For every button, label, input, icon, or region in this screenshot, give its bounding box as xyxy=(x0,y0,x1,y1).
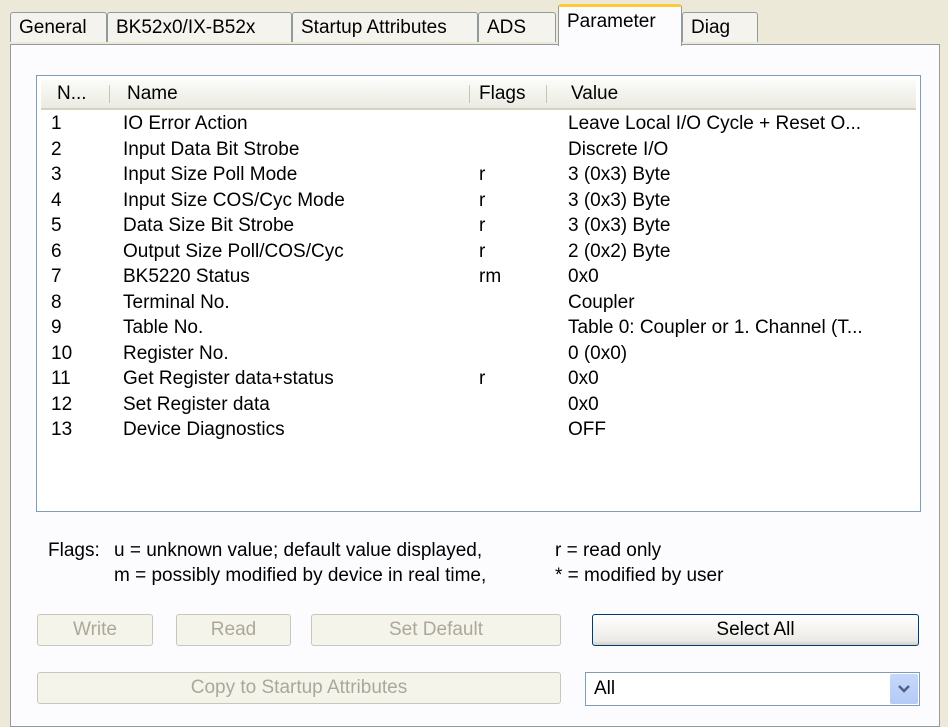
row-value: 0x0 xyxy=(568,393,599,415)
parameter-list[interactable]: N... Name Flags Value 1 IO Error Action Le… xyxy=(36,75,921,512)
row-name: Input Data Bit Strobe xyxy=(123,138,300,160)
row-flags: rm xyxy=(479,266,502,287)
column-divider[interactable] xyxy=(109,85,110,103)
table-row[interactable]: 11 Get Register data+status r 0x0 xyxy=(41,366,916,391)
write-button[interactable]: Write xyxy=(37,614,153,646)
table-row[interactable]: 5 Data Size Bit Strobe r 3 (0x3) Byte xyxy=(41,213,916,238)
row-number: 4 xyxy=(51,189,62,211)
copy-to-startup-attributes-button[interactable]: Copy to Startup Attributes xyxy=(37,672,561,704)
table-row[interactable]: 10 Register No. 0 (0x0) xyxy=(41,341,916,366)
row-value: OFF xyxy=(568,419,606,440)
table-row[interactable]: 4 Input Size COS/Cyc Mode r 3 (0x3) Byte xyxy=(41,188,916,213)
table-row[interactable]: 9 Table No. Table 0: Coupler or 1. Channel… xyxy=(41,315,916,340)
flags-legend-text: u = unknown value; default value display… xyxy=(114,540,483,561)
row-number: 13 xyxy=(51,419,73,440)
row-name: Table No. xyxy=(123,317,204,338)
list-header: N... Name Flags Value xyxy=(41,80,916,110)
row-value: Leave Local I/O Cycle + Reset O... xyxy=(568,113,862,134)
row-name: Output Size Poll/COS/Cyc xyxy=(123,240,344,262)
row-number: 12 xyxy=(51,393,73,415)
column-header-number[interactable]: N... xyxy=(57,80,87,108)
row-flags: r xyxy=(479,368,486,389)
set-default-button[interactable]: Set Default xyxy=(311,614,561,646)
flags-legend-text: * = modified by user xyxy=(555,565,724,586)
row-name: Terminal No. xyxy=(123,291,230,313)
table-row[interactable]: 12 Set Register data 0x0 xyxy=(41,392,916,417)
tab-startup-attributes[interactable]: Startup Attributes xyxy=(292,12,478,42)
row-number: 7 xyxy=(51,266,62,287)
row-number: 11 xyxy=(51,368,71,389)
select-all-button[interactable]: Select All xyxy=(592,614,919,646)
row-value: 0x0 xyxy=(568,368,599,389)
row-name: Set Register data xyxy=(123,393,270,415)
column-header-name[interactable]: Name xyxy=(127,80,178,108)
row-number: 8 xyxy=(51,291,62,313)
row-value: 3 (0x3) Byte xyxy=(568,215,671,236)
row-number: 10 xyxy=(51,342,73,364)
tab-bk52x0[interactable]: BK52x0/IX-B52x xyxy=(107,12,292,42)
read-button[interactable]: Read xyxy=(176,614,291,646)
row-flags: r xyxy=(479,240,486,262)
row-name: Device Diagnostics xyxy=(123,419,285,440)
table-row[interactable]: 1 IO Error Action Leave Local I/O Cycle + … xyxy=(41,111,916,136)
row-number: 1 xyxy=(51,113,62,134)
flags-legend-text: r = read only xyxy=(555,540,662,561)
tab-bar: General BK52x0/IX-B52x Startup Attribute… xyxy=(0,0,948,48)
table-row[interactable]: 2 Input Data Bit Strobe Discrete I/O xyxy=(41,137,916,162)
column-header-value[interactable]: Value xyxy=(571,80,618,108)
row-value: 3 (0x3) Byte xyxy=(568,164,671,185)
tab-diag[interactable]: Diag xyxy=(682,12,758,42)
row-name: Input Size Poll Mode xyxy=(123,164,298,185)
filter-dropdown-value: All xyxy=(594,678,616,699)
row-flags: r xyxy=(479,189,486,211)
row-name: Get Register data+status xyxy=(123,368,334,389)
row-name: Input Size COS/Cyc Mode xyxy=(123,189,345,211)
flags-legend-label: Flags: xyxy=(48,540,100,561)
tab-ads[interactable]: ADS xyxy=(478,12,556,42)
column-divider[interactable] xyxy=(469,85,470,103)
row-value: 3 (0x3) Byte xyxy=(568,189,671,211)
table-row[interactable]: 3 Input Size Poll Mode r 3 (0x3) Byte xyxy=(41,162,916,187)
table-row[interactable]: 13 Device Diagnostics OFF xyxy=(41,417,916,442)
column-divider[interactable] xyxy=(546,85,547,103)
row-value: 0 (0x0) xyxy=(568,342,628,364)
tab-general[interactable]: General xyxy=(10,12,107,42)
table-row[interactable]: 7 BK5220 Status rm 0x0 xyxy=(41,264,916,289)
row-name: BK5220 Status xyxy=(123,266,250,287)
row-number: 6 xyxy=(51,240,62,262)
row-number: 5 xyxy=(51,215,62,236)
row-flags: r xyxy=(479,215,486,236)
tab-parameter[interactable]: Parameter xyxy=(558,4,682,46)
row-number: 3 xyxy=(51,164,62,185)
row-number: 9 xyxy=(51,317,62,338)
row-value: 0x0 xyxy=(568,266,599,287)
flags-legend-text: m = possibly modified by device in real … xyxy=(114,565,487,586)
row-name: IO Error Action xyxy=(123,113,248,134)
row-number: 2 xyxy=(51,138,62,160)
table-row[interactable]: 8 Terminal No. Coupler xyxy=(41,290,916,315)
row-value: Table 0: Coupler or 1. Channel (T... xyxy=(568,317,863,338)
row-value: Coupler xyxy=(568,291,635,313)
row-flags: r xyxy=(479,164,486,185)
row-value: Discrete I/O xyxy=(568,138,669,160)
row-value: 2 (0x2) Byte xyxy=(568,240,671,262)
chevron-down-icon[interactable] xyxy=(890,674,918,704)
row-name: Data Size Bit Strobe xyxy=(123,215,295,236)
row-name: Register No. xyxy=(123,342,229,364)
filter-dropdown[interactable]: All xyxy=(585,672,920,706)
column-header-flags[interactable]: Flags xyxy=(479,80,525,108)
table-row[interactable]: 6 Output Size Poll/COS/Cyc r 2 (0x2) Byte xyxy=(41,239,916,264)
